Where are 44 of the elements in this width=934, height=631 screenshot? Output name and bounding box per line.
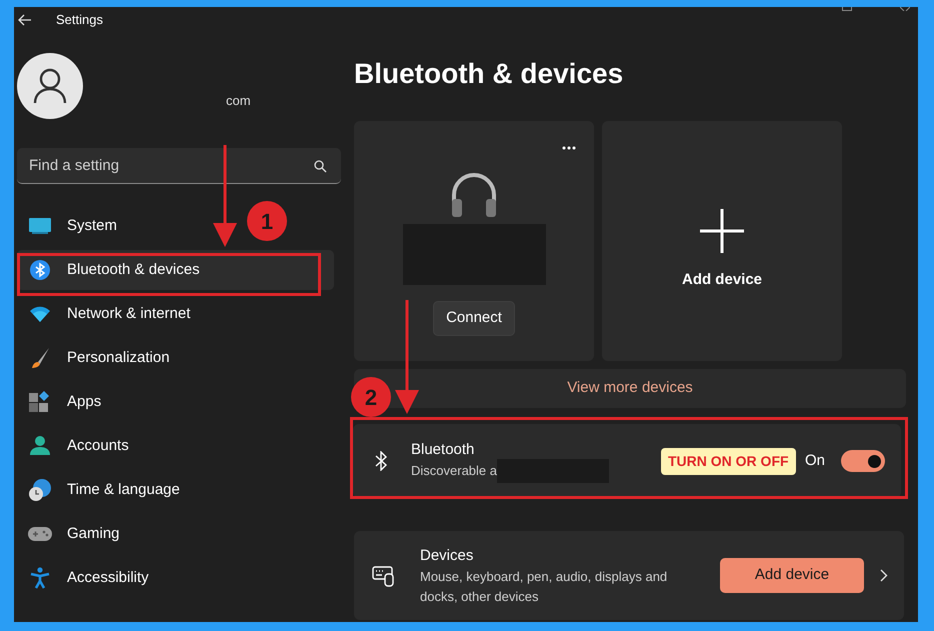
sidebar-item[interactable]: Time & language — [17, 470, 190, 510]
devices-description: Mouse, keyboard, pen, audio, displays and docks, other devices — [420, 568, 668, 606]
add-device-button[interactable]: Add device — [720, 558, 864, 593]
account-email: com — [226, 92, 251, 110]
paintbrush-icon — [29, 347, 51, 369]
connect-button[interactable]: Connect — [433, 301, 515, 336]
sidebar-item[interactable]: Personalization — [17, 338, 180, 378]
callout-label: TURN ON OR OFF — [661, 448, 796, 475]
accessibility-icon — [30, 567, 50, 589]
monitor-icon — [29, 218, 51, 234]
toggle-status: On — [804, 450, 825, 471]
sidebar-item[interactable]: Apps — [17, 382, 112, 422]
devices-title: Devices — [420, 546, 474, 566]
bluetooth-toggle[interactable] — [841, 450, 885, 472]
search-icon[interactable] — [314, 160, 327, 173]
sidebar-item[interactable]: Accounts — [17, 426, 139, 466]
bluetooth-title: Bluetooth — [411, 440, 476, 460]
more-options-icon[interactable] — [562, 146, 576, 150]
chevron-right-icon[interactable] — [880, 569, 888, 582]
gamepad-icon — [28, 526, 52, 542]
sidebar-item[interactable]: Network & internet — [17, 294, 200, 334]
add-device-tile[interactable]: Add device — [602, 121, 842, 361]
page-title: Bluetooth & devices — [354, 57, 624, 91]
apps-icon — [29, 391, 51, 413]
globe-clock-icon — [28, 478, 52, 502]
bluetooth-subtitle: Discoverable a — [411, 462, 497, 480]
close-icon[interactable] — [900, 7, 910, 11]
person-icon — [29, 435, 51, 457]
sidebar-item[interactable]: System — [17, 206, 128, 246]
sidebar-item[interactable]: Bluetooth & devices — [17, 250, 334, 290]
view-more-link[interactable]: View more devices — [567, 377, 693, 400]
keyboard-mouse-icon — [372, 564, 396, 586]
bluetooth-icon — [29, 259, 51, 281]
wifi-icon — [29, 306, 51, 322]
window-title: Settings — [56, 11, 103, 30]
bluetooth-icon — [375, 451, 387, 471]
back-arrow-icon[interactable] — [18, 14, 32, 26]
maximize-icon[interactable] — [842, 7, 852, 11]
sidebar-item[interactable]: Gaming — [17, 514, 130, 554]
add-device-label: Add device — [682, 270, 762, 290]
search-field[interactable]: Find a setting — [17, 148, 341, 184]
plus-icon — [700, 209, 744, 253]
sidebar-item[interactable]: Accessibility — [17, 558, 159, 598]
devices-row[interactable]: Devices Mouse, keyboard, pen, audio, displays and docks, other devices Add device — [354, 531, 904, 620]
